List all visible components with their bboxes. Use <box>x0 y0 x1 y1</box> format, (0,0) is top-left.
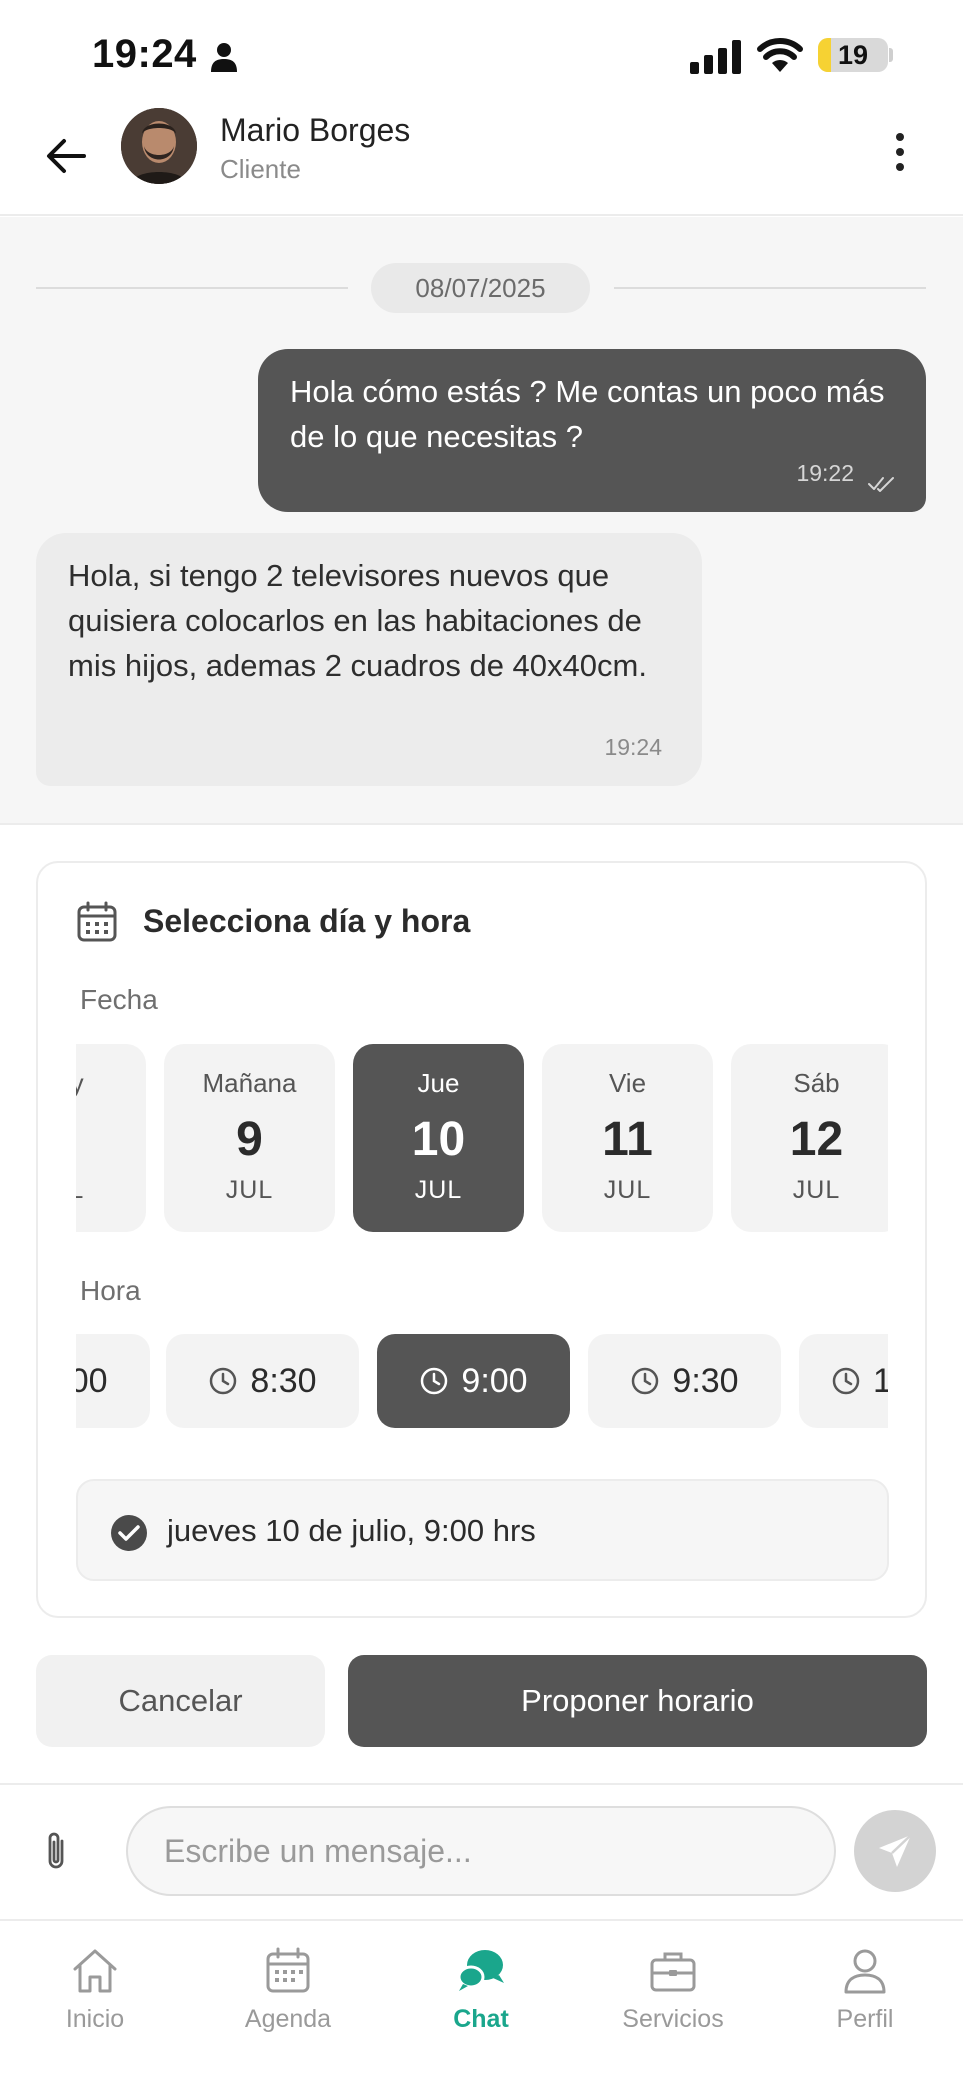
day-month: JUL <box>792 1176 841 1204</box>
chat-icon <box>457 1950 504 1991</box>
more-dot <box>896 133 904 141</box>
message-time: 19:22 <box>796 460 854 486</box>
date-divider-line <box>614 287 926 289</box>
day-option[interactable]: Sáb 12 JUL <box>731 1044 888 1232</box>
more-dot <box>896 163 904 171</box>
cellular-signal-icon <box>690 40 741 74</box>
message-text: Hola, si tengo 2 televisores nuevos que … <box>68 558 647 683</box>
date-separator: 08/07/2025 <box>371 263 590 313</box>
day-option-selected[interactable]: Jue 10 JUL <box>353 1044 524 1232</box>
briefcase-icon <box>650 1952 696 1992</box>
avatar-photo <box>121 108 197 184</box>
outgoing-message[interactable]: Hola cómo estás ? Me contas un poco más … <box>258 349 926 512</box>
nav-item-perfil[interactable]: Perfil <box>790 1945 940 2034</box>
cancel-button[interactable]: Cancelar <box>36 1655 325 1747</box>
avatar[interactable] <box>121 108 197 184</box>
day-option[interactable]: Mañana 9 JUL <box>164 1044 335 1232</box>
status-bar: 19:24 19 <box>0 0 963 108</box>
time-selector[interactable]: 8:00 8:30 9:00 9:30 10:00 <box>76 1334 888 1430</box>
nav-item-servicios[interactable]: Servicios <box>598 1945 748 2034</box>
check-circle-icon <box>111 1515 147 1551</box>
time-label: 9:30 <box>672 1361 739 1400</box>
time-option[interactable]: 10:00 <box>799 1334 888 1428</box>
paperclip-icon <box>48 1832 64 1869</box>
scheduler-title: Selecciona día y hora <box>143 903 471 939</box>
calendar-icon <box>77 901 117 942</box>
incoming-message[interactable]: Hola, si tengo 2 televisores nuevos que … <box>36 533 702 786</box>
nav-item-agenda[interactable]: Agenda <box>213 1945 363 2034</box>
nav-item-inicio[interactable]: Inicio <box>20 1945 170 2034</box>
nav-label: Chat <box>453 2005 509 2033</box>
more-options-button[interactable] <box>880 122 920 182</box>
battery-indicator: 19 <box>818 38 888 72</box>
day-number: 10 <box>411 1113 466 1166</box>
double-check-read-icon <box>868 477 894 492</box>
day-of-week: Vie <box>608 1068 647 1098</box>
bottom-navigation: Inicio Agenda Chat Servicios Perfil <box>0 1923 963 2084</box>
message-input[interactable] <box>126 1806 836 1896</box>
nav-label: Servicios <box>622 2005 724 2033</box>
message-list[interactable]: 08/07/2025 Hola cómo estás ? Me contas u… <box>0 217 963 825</box>
time-label: 8:00 <box>76 1361 108 1400</box>
message-text: Hola cómo estás ? Me contas un poco más … <box>290 374 885 454</box>
send-button[interactable] <box>854 1810 936 1892</box>
battery-tip <box>889 48 893 62</box>
day-month: JUL <box>603 1176 652 1204</box>
day-of-week: Mañana <box>202 1068 297 1098</box>
more-dot <box>896 148 904 156</box>
day-number: 11 <box>602 1113 653 1166</box>
time-option[interactable]: 8:00 <box>76 1334 150 1428</box>
time-option-selected[interactable]: 9:00 <box>377 1334 570 1428</box>
calendar-icon <box>266 1947 310 1993</box>
attach-button[interactable] <box>44 1829 68 1878</box>
person-icon <box>211 43 237 72</box>
day-selector[interactable]: Hoy 8 JUL Mañana 9 JUL Jue 10 JUL Vie 11… <box>76 1044 888 1234</box>
wifi-icon <box>757 38 803 72</box>
contact-name: Mario Borges <box>220 112 411 148</box>
message-time: 19:24 <box>604 734 662 760</box>
send-icon <box>879 1834 912 1867</box>
day-option[interactable]: Hoy 8 JUL <box>76 1044 146 1232</box>
chat-header: Mario Borges Cliente <box>0 108 963 216</box>
nav-label: Agenda <box>244 2005 332 2033</box>
day-option[interactable]: Vie 11 JUL <box>542 1044 713 1232</box>
day-of-week: Sáb <box>793 1068 840 1098</box>
day-number: 8 <box>76 1112 146 1167</box>
date-divider-line <box>36 287 348 289</box>
time-option[interactable]: 9:30 <box>588 1334 781 1428</box>
time-label: 8:30 <box>250 1361 317 1400</box>
contact-role: Cliente <box>220 154 301 184</box>
nav-item-chat[interactable]: Chat <box>406 1945 556 2034</box>
user-icon <box>844 1949 886 1994</box>
time-label: 10:00 <box>873 1361 888 1400</box>
selection-summary-text: jueves 10 de julio, 9:00 hrs <box>167 1513 536 1548</box>
clock-icon <box>210 1367 237 1395</box>
day-month: JUL <box>225 1176 274 1204</box>
day-month: JUL <box>76 1176 85 1204</box>
home-icon <box>73 1949 117 1993</box>
time-label: 9:00 <box>461 1361 528 1400</box>
clock-icon <box>632 1367 659 1395</box>
battery-level: 19 <box>837 40 869 70</box>
time-section-label: Hora <box>80 1275 141 1306</box>
time-option[interactable]: 8:30 <box>166 1334 359 1428</box>
message-composer <box>0 1783 963 1921</box>
clock-icon <box>421 1367 448 1395</box>
day-number: 12 <box>789 1113 844 1166</box>
date-section-label: Fecha <box>80 984 158 1015</box>
clock-icon <box>832 1367 860 1395</box>
nav-label: Inicio <box>65 2005 125 2033</box>
day-of-week: Jue <box>417 1068 460 1098</box>
day-of-week: Hoy <box>76 1068 84 1098</box>
selection-summary: jueves 10 de julio, 9:00 hrs <box>76 1479 889 1581</box>
nav-label: Perfil <box>836 2005 894 2033</box>
back-arrow-icon <box>47 139 86 173</box>
day-number: 9 <box>236 1113 263 1166</box>
status-time: 19:24 <box>92 32 197 76</box>
schedule-picker-card: Selecciona día y hora Fecha Hoy 8 JUL Ma… <box>36 861 927 1618</box>
day-month: JUL <box>414 1176 463 1204</box>
back-button[interactable] <box>38 128 94 184</box>
propose-schedule-button[interactable]: Proponer horario <box>348 1655 927 1747</box>
